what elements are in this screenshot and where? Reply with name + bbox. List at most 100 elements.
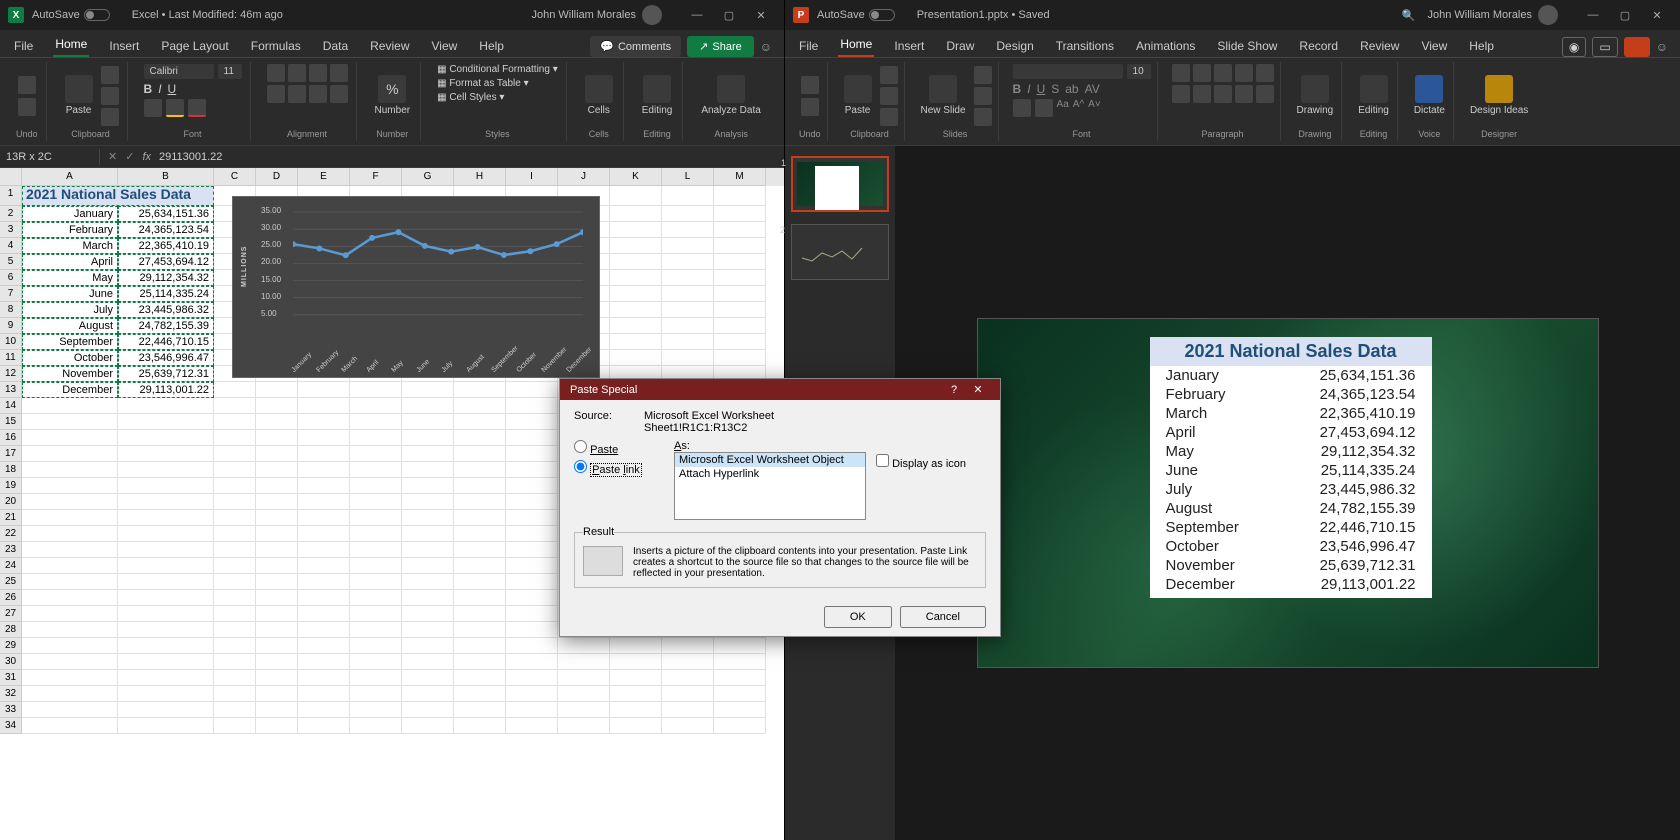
reset-icon[interactable] [974,87,992,105]
paste-radio[interactable]: Paste [574,440,664,456]
new-slide-button[interactable]: New Slide [919,73,968,118]
ppt-tab-transitions[interactable]: Transitions [1054,35,1116,57]
formula-bar[interactable]: 29113001.22 [159,151,222,163]
ppt-font-select[interactable] [1013,64,1123,79]
ok-button[interactable]: OK [824,606,892,628]
ppt-tab-design[interactable]: Design [994,35,1035,57]
thumb-slide-2[interactable]: 2 [791,224,889,280]
ppt-tab-animations[interactable]: Animations [1134,35,1197,57]
ppt-tab-view[interactable]: View [1419,35,1449,57]
cut-icon-ppt[interactable] [880,66,898,84]
underline-icon[interactable]: U [168,82,177,96]
embedded-chart[interactable]: MILLIONS 5.0010.0015.0020.0025.0030.0035… [232,196,600,378]
justify-icon[interactable] [1235,85,1253,103]
tab-formulas[interactable]: Formulas [249,35,303,57]
format-table-button[interactable]: ▦ Format as Table ▾ [437,78,529,89]
tab-file[interactable]: File [12,35,35,57]
as-option-1[interactable]: Microsoft Excel Worksheet Object [675,453,865,467]
indent-inc-icon[interactable] [1235,64,1253,82]
bold-icon[interactable]: B [144,82,153,96]
fx-icon[interactable]: fx [142,151,151,163]
cell-styles-button[interactable]: ▦ Cell Styles ▾ [437,92,504,103]
ppt-doc-name[interactable]: Presentation1.pptx • Saved [917,9,1050,21]
display-icon-checkbox[interactable]: Display as icon [876,458,966,470]
dictate-button[interactable]: Dictate [1412,73,1447,118]
ppt-tab-insert[interactable]: Insert [892,35,926,57]
cells-button[interactable]: Cells [583,73,615,118]
italic-icon[interactable]: I [158,82,161,96]
undo-icon-ppt[interactable] [801,76,819,94]
align-center-icon[interactable] [288,85,306,103]
tab-page-layout[interactable]: Page Layout [159,35,230,57]
font-size-select[interactable]: 11 [218,64,242,79]
present-icon[interactable]: ▭ [1592,37,1617,57]
maximize-button[interactable]: ▢ [714,5,744,25]
minimize-button-ppt[interactable]: — [1578,5,1608,25]
analyze-button[interactable]: Analyze Data [699,73,762,118]
align-right-icon-ppt[interactable] [1214,85,1232,103]
editing-button-ppt[interactable]: Editing [1356,73,1391,118]
autosave-toggle[interactable] [84,9,110,21]
format-painter-icon[interactable] [101,108,119,126]
maximize-button-ppt[interactable]: ▢ [1610,5,1640,25]
name-box[interactable]: 13R x 2C [0,149,100,165]
cancel-button[interactable]: Cancel [900,606,986,628]
tab-help[interactable]: Help [477,35,506,57]
avatar[interactable] [642,5,662,25]
ppt-tab-home[interactable]: Home [838,33,874,57]
bullets-icon[interactable] [1172,64,1190,82]
bold-icon-ppt[interactable]: B [1013,82,1022,96]
ppt-tab-help[interactable]: Help [1467,35,1496,57]
smiley-icon-ppt[interactable]: ☺ [1656,40,1668,54]
font-color-icon-ppt[interactable] [1035,99,1053,117]
slide-canvas[interactable]: 2021 National Sales Data January25,634,1… [895,146,1680,840]
font-color-icon[interactable] [188,99,206,117]
clear-format-icon[interactable] [1013,99,1031,117]
cond-format-button[interactable]: ▦ Conditional Formatting ▾ [437,64,558,75]
format-painter-icon-ppt[interactable] [880,108,898,126]
dialog-help-icon[interactable]: ? [942,384,966,396]
close-button-ppt[interactable]: ✕ [1642,5,1672,25]
comments-button[interactable]: 💬 Comments [590,36,681,57]
highlight-icon[interactable]: AV [1085,82,1100,96]
underline-icon-ppt[interactable]: U [1037,82,1046,96]
align-top-icon[interactable] [267,64,285,82]
layout-icon[interactable] [974,66,992,84]
number-format-button[interactable]: %Number [373,73,413,118]
align-right-icon[interactable] [309,85,327,103]
excel-doc-name[interactable]: Excel • Last Modified: 46m ago [132,9,283,21]
design-ideas-button[interactable]: Design Ideas [1468,73,1530,118]
close-button[interactable]: ✕ [746,5,776,25]
undo-icon[interactable] [18,76,36,94]
tab-home[interactable]: Home [53,33,89,57]
copy-icon-ppt[interactable] [880,87,898,105]
paste-button[interactable]: Paste [63,73,95,118]
cancel-fx-icon[interactable]: ✕ [108,150,117,163]
line-spacing-icon[interactable] [1256,64,1274,82]
section-icon[interactable] [974,108,992,126]
thumb-slide-1[interactable]: 1 [791,156,889,212]
ppt-font-size[interactable]: 10 [1127,64,1151,79]
ppt-user[interactable]: John William Morales [1427,9,1532,21]
ppt-tab-draw[interactable]: Draw [944,35,976,57]
redo-icon-ppt[interactable] [801,98,819,116]
drawing-button[interactable]: Drawing [1295,73,1336,118]
tab-view[interactable]: View [430,35,460,57]
align-mid-icon[interactable] [288,64,306,82]
shadow-icon[interactable]: ab [1065,82,1078,96]
linked-excel-object[interactable]: 2021 National Sales Data January25,634,1… [1150,337,1432,598]
slide-1[interactable]: 2021 National Sales Data January25,634,1… [977,318,1599,668]
ppt-tab-review[interactable]: Review [1358,35,1401,57]
excel-user[interactable]: John William Morales [531,9,636,21]
share-button[interactable]: ↗ Share [687,36,754,57]
italic-icon-ppt[interactable]: I [1027,82,1030,96]
ppt-tab-slideshow[interactable]: Slide Show [1215,35,1279,57]
merge-icon[interactable] [330,85,348,103]
minimize-button[interactable]: — [682,5,712,25]
numbering-icon[interactable] [1193,64,1211,82]
smiley-icon[interactable]: ☺ [760,40,772,54]
tab-insert[interactable]: Insert [107,35,141,57]
paste-button-ppt[interactable]: Paste [842,73,874,118]
autosave-toggle-ppt[interactable] [869,9,895,21]
indent-dec-icon[interactable] [1214,64,1232,82]
